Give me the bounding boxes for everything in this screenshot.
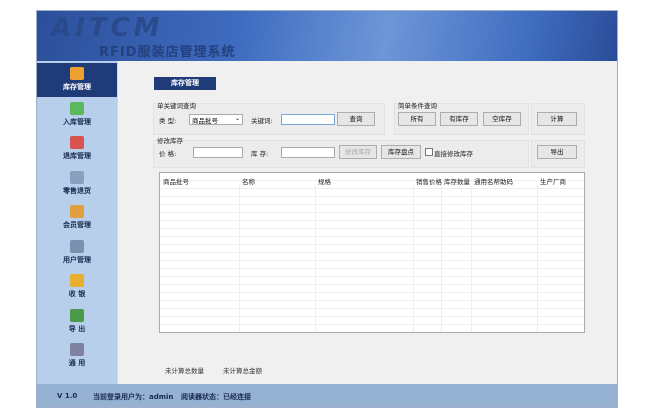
all-button[interactable]: 所有 bbox=[398, 112, 436, 126]
header-banner: AITCM RFID服装店管理系统 bbox=[37, 11, 617, 61]
column-header[interactable]: 库存数量 bbox=[444, 176, 470, 186]
general-icon bbox=[70, 343, 84, 356]
column-header[interactable]: 销售价格 bbox=[416, 176, 442, 186]
sidebar-item-label: 库存管理 bbox=[63, 83, 91, 91]
direct-modify-label: 直接修改库存 bbox=[434, 150, 473, 158]
export-icon bbox=[70, 308, 84, 322]
sidebar-item-label: 会员管理 bbox=[63, 221, 91, 229]
keyword-label: 关键词: bbox=[251, 117, 273, 125]
type-select[interactable]: 商品批号 ⌄ bbox=[189, 114, 243, 125]
sidebar-item-0[interactable]: 库存管理 bbox=[37, 63, 117, 97]
sidebar-item-4[interactable]: 会员管理 bbox=[37, 201, 117, 235]
keyword-input[interactable] bbox=[281, 114, 335, 125]
logo: AITCM bbox=[51, 13, 164, 43]
column-header[interactable]: 规格 bbox=[318, 176, 331, 186]
column-divider bbox=[471, 185, 472, 332]
current-user-label: 当前登录用户为：admin bbox=[93, 393, 174, 401]
sidebar-item-label: 零售退货 bbox=[63, 186, 91, 195]
query-button[interactable]: 查询 bbox=[337, 112, 375, 126]
retail-return-icon bbox=[70, 170, 84, 184]
inventory-icon bbox=[70, 67, 84, 80]
empty-stock-button[interactable]: 空库存 bbox=[483, 112, 521, 126]
in-stock-button[interactable]: 有库存 bbox=[440, 112, 478, 126]
type-select-value: 商品批号 bbox=[192, 117, 218, 125]
column-header[interactable]: 名称 bbox=[242, 176, 255, 186]
total-amount-label: 未计算总金额 bbox=[223, 367, 262, 375]
sidebar-item-7[interactable]: 导 出 bbox=[37, 305, 117, 339]
sidebar-item-label: 通 用 bbox=[68, 359, 86, 367]
column-divider bbox=[441, 185, 442, 332]
stock-input[interactable] bbox=[281, 147, 335, 158]
column-divider bbox=[413, 185, 414, 332]
column-divider bbox=[537, 185, 538, 332]
version-label: V 1.0 bbox=[57, 392, 78, 400]
sidebar-item-label: 用户管理 bbox=[63, 255, 91, 264]
price-label: 价 格: bbox=[159, 150, 177, 158]
inventory-table[interactable]: 商品批号 名称 规格 销售价格 库存数量 通用名帮助码 生产厂商 bbox=[159, 172, 585, 333]
app-window: AITCM RFID服装店管理系统 库存管理入库管理退库管理零售退货会员管理用户… bbox=[36, 10, 618, 408]
app-title: RFID服装店管理系统 bbox=[99, 45, 236, 60]
sidebar-item-1[interactable]: 入库管理 bbox=[37, 98, 117, 132]
reader-status-label: 阅读器状态：已经连接 bbox=[181, 393, 251, 401]
cashier-icon bbox=[70, 274, 84, 287]
type-label: 类 型: bbox=[159, 117, 177, 125]
sidebar-item-6[interactable]: 收 银 bbox=[37, 270, 117, 304]
calculate-button[interactable]: 计算 bbox=[537, 112, 577, 126]
column-divider bbox=[239, 185, 240, 332]
export-button[interactable]: 导出 bbox=[537, 145, 577, 159]
chevron-down-icon: ⌄ bbox=[234, 115, 240, 122]
sidebar-item-label: 入库管理 bbox=[63, 117, 91, 126]
sidebar-item-3[interactable]: 零售退货 bbox=[37, 167, 117, 201]
column-header[interactable]: 生产厂商 bbox=[540, 176, 566, 186]
stock-return-icon bbox=[70, 136, 84, 149]
simple-group-title: 简单条件查询 bbox=[398, 102, 437, 110]
sidebar-item-label: 退库管理 bbox=[63, 152, 91, 160]
page-tab-header: 库存管理 bbox=[154, 77, 216, 90]
sidebar-item-label: 收 银 bbox=[68, 290, 86, 298]
modify-stock-button[interactable]: 修改库存 bbox=[339, 145, 377, 159]
column-divider bbox=[315, 185, 316, 332]
status-bar: V 1.0 当前登录用户为：admin 阅读器状态：已经连接 bbox=[37, 384, 617, 407]
sidebar-item-5[interactable]: 用户管理 bbox=[37, 236, 117, 270]
price-input[interactable] bbox=[193, 147, 243, 158]
stock-label: 库 存: bbox=[251, 150, 269, 158]
sidebar-item-label: 导 出 bbox=[68, 324, 86, 333]
sidebar-item-2[interactable]: 退库管理 bbox=[37, 132, 117, 166]
direct-modify-checkbox[interactable] bbox=[425, 148, 433, 156]
stock-in-icon bbox=[70, 101, 84, 115]
inventory-check-button[interactable]: 库存盘点 bbox=[381, 145, 421, 159]
keyword-group-title: 单关键词查询 bbox=[157, 102, 196, 110]
total-quantity-label: 未计算总数量 bbox=[165, 367, 204, 375]
members-icon bbox=[70, 205, 84, 218]
modify-group-title: 修改库存 bbox=[157, 137, 183, 145]
column-header[interactable]: 商品批号 bbox=[163, 176, 189, 186]
users-icon bbox=[70, 239, 84, 253]
sidebar: 库存管理入库管理退库管理零售退货会员管理用户管理收 银导 出通 用 bbox=[37, 61, 118, 384]
column-header[interactable]: 通用名帮助码 bbox=[474, 176, 513, 186]
sidebar-item-8[interactable]: 通 用 bbox=[37, 339, 117, 373]
